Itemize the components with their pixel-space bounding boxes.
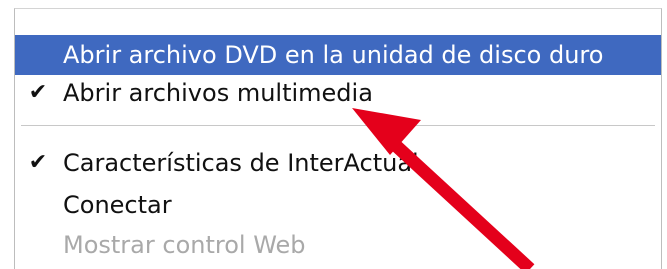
menu-separator (21, 125, 655, 127)
menu-item-connect[interactable]: Conectar (15, 185, 661, 225)
menu-item-label: Características de InterActual (63, 149, 419, 177)
checkmark-icon: ✔ (28, 150, 48, 175)
menu-item-label: Mostrar control Web (63, 231, 306, 259)
context-menu: Abrir archivo DVD en la unidad de disco … (14, 8, 662, 269)
menu-item-open-dvd-file[interactable]: Abrir archivo DVD en la unidad de disco … (15, 35, 661, 75)
menu-item-interactual-features[interactable]: ✔ Características de InterActual (15, 143, 661, 183)
screen: Abrir archivo DVD en la unidad de disco … (0, 0, 667, 269)
menu-item-show-web-control: Mostrar control Web (15, 225, 661, 265)
menu-item-label: Abrir archivo DVD en la unidad de disco … (63, 41, 604, 69)
menu-item-label: Abrir archivos multimedia (63, 79, 373, 107)
menu-item-label: Conectar (63, 191, 172, 219)
checkmark-icon: ✔ (28, 80, 48, 105)
menu-item-open-media-files[interactable]: ✔ Abrir archivos multimedia (15, 73, 661, 113)
